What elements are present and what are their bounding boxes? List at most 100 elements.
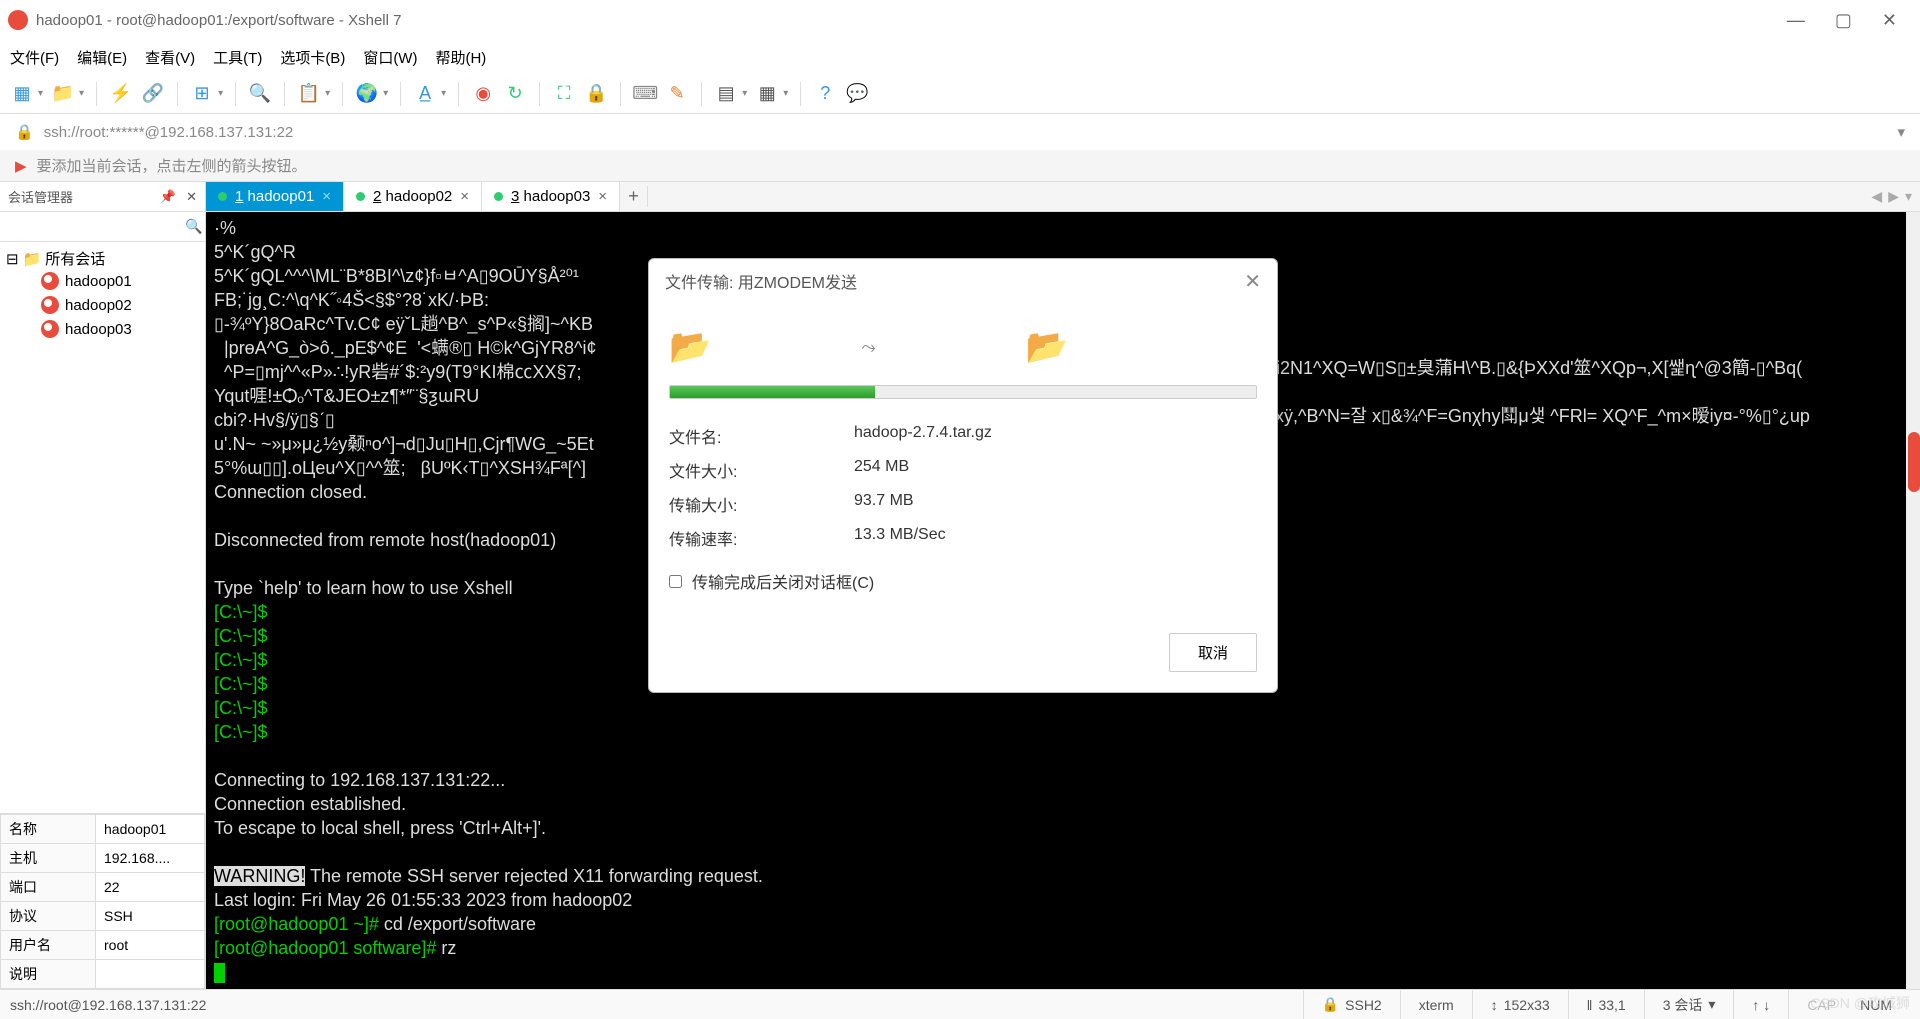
status-sessions: 3 会话	[1663, 995, 1703, 1015]
dialog-title: 文件传输: 用ZMODEM发送	[665, 269, 857, 293]
session-search-input[interactable]	[8, 219, 185, 234]
tab-label: 2 hadoop02	[373, 188, 452, 205]
property-value	[96, 960, 205, 989]
terminal-scrollbar[interactable]	[1906, 212, 1920, 989]
refresh-icon[interactable]: ↻	[503, 82, 527, 106]
filename-value: hadoop-2.7.4.tar.gz	[854, 424, 992, 448]
status-arrows: ↑ ↓	[1733, 990, 1788, 1019]
tab-prev-icon[interactable]: ◀	[1871, 188, 1882, 205]
collapse-icon[interactable]: ⊟	[6, 250, 19, 268]
new-session-icon[interactable]: ▦	[10, 82, 34, 106]
globe-icon[interactable]: 🌍	[355, 82, 379, 106]
session-name: hadoop01	[65, 273, 132, 290]
progress-fill	[670, 386, 875, 398]
status-cap: CAP	[1788, 990, 1854, 1019]
add-tab-button[interactable]: +	[620, 186, 648, 207]
hint-text: 要添加当前会话，点击左侧的箭头按钮。	[37, 155, 307, 176]
cancel-button[interactable]: 取消	[1169, 633, 1257, 672]
folder-icon: 📁	[23, 250, 42, 268]
flag-icon: ▶	[15, 157, 27, 175]
title-bar: hadoop01 - root@hadoop01:/export/softwar…	[0, 0, 1920, 40]
speed-value: 13.3 MB/Sec	[854, 526, 946, 550]
font-icon[interactable]: A̲	[413, 82, 437, 106]
pin-icon[interactable]: 📌	[160, 189, 176, 205]
sessions-dropdown-icon[interactable]: ▾	[1708, 996, 1715, 1013]
lock-status-icon: 🔒	[15, 123, 34, 141]
status-pos: 33,1	[1598, 997, 1625, 1013]
minimize-button[interactable]: —	[1787, 10, 1805, 31]
search-icon[interactable]: 🔍	[248, 82, 272, 106]
speed-label: 传输速率:	[669, 526, 854, 550]
session-item[interactable]: hadoop03	[6, 317, 199, 341]
menu-tools[interactable]: 工具(T)	[213, 47, 262, 68]
source-folder-icon: 📂	[669, 327, 711, 367]
property-row: 说明	[1, 960, 205, 989]
close-tab-icon[interactable]: ×	[322, 188, 331, 205]
connect-icon[interactable]: ⚡	[109, 82, 133, 106]
property-row: 端口22	[1, 873, 205, 902]
property-key: 说明	[1, 960, 96, 989]
file-transfer-dialog: 文件传输: 用ZMODEM发送 ✕ 📂 ⤳ 📂 文件名:hadoop-2.7.4…	[648, 258, 1278, 693]
address-dropdown-icon[interactable]: ▾	[1897, 123, 1905, 141]
close-window-button[interactable]: ✕	[1882, 10, 1897, 31]
checkbox-label: 传输完成后关闭对话框(C)	[692, 569, 874, 593]
menu-window[interactable]: 窗口(W)	[363, 47, 417, 68]
chat-icon[interactable]: 💬	[845, 82, 869, 106]
hint-bar: ▶ 要添加当前会话，点击左侧的箭头按钮。	[0, 150, 1920, 182]
help-icon[interactable]: ?	[813, 82, 837, 106]
dialog-close-button[interactable]: ✕	[1244, 269, 1261, 294]
tab-list-icon[interactable]: ▾	[1905, 188, 1912, 205]
property-key: 用户名	[1, 931, 96, 960]
new-tab-icon[interactable]: ⊞	[190, 82, 214, 106]
session-tab[interactable]: 3 hadoop03×	[482, 182, 620, 211]
fullscreen-icon[interactable]: ⛶	[552, 82, 576, 106]
menu-edit[interactable]: 编辑(E)	[77, 47, 127, 68]
tree-root[interactable]: ⊟ 📁 所有会话	[6, 248, 199, 269]
search-icon[interactable]: 🔍	[185, 218, 202, 235]
link-icon[interactable]: 🔗	[141, 82, 165, 106]
close-after-checkbox[interactable]	[669, 575, 682, 588]
status-dot-icon	[494, 192, 503, 201]
edit-icon[interactable]: ✎	[665, 82, 689, 106]
filesize-label: 文件大小:	[669, 458, 854, 482]
property-key: 名称	[1, 815, 96, 844]
session-item[interactable]: hadoop02	[6, 293, 199, 317]
filesize-value: 254 MB	[854, 458, 909, 482]
tab-next-icon[interactable]: ▶	[1888, 188, 1899, 205]
address-input[interactable]	[44, 124, 1888, 141]
property-row: 协议SSH	[1, 902, 205, 931]
close-tab-icon[interactable]: ×	[598, 188, 607, 205]
layout-icon[interactable]: ▤	[714, 82, 738, 106]
menu-view[interactable]: 查看(V)	[145, 47, 195, 68]
menu-file[interactable]: 文件(F)	[10, 47, 59, 68]
maximize-button[interactable]: ▢	[1835, 10, 1852, 31]
property-value: 192.168....	[96, 844, 205, 873]
window-title: hadoop01 - root@hadoop01:/export/softwar…	[36, 12, 401, 29]
transferred-label: 传输大小:	[669, 492, 854, 516]
property-value: root	[96, 931, 205, 960]
session-item[interactable]: hadoop01	[6, 269, 199, 293]
tab-label: 1 hadoop01	[235, 188, 314, 205]
property-value: 22	[96, 873, 205, 902]
record-icon[interactable]: ◉	[471, 82, 495, 106]
open-folder-icon[interactable]: 📁	[51, 82, 75, 106]
session-tab[interactable]: 2 hadoop02 ×	[344, 182, 482, 211]
close-tab-icon[interactable]: ×	[460, 188, 469, 205]
filename-label: 文件名:	[669, 424, 854, 448]
close-panel-icon[interactable]: ✕	[186, 189, 197, 205]
status-dot-icon	[218, 192, 227, 201]
menu-help[interactable]: 帮助(H)	[435, 47, 486, 68]
property-row: 用户名root	[1, 931, 205, 960]
keyboard-icon[interactable]: ⌨	[633, 82, 657, 106]
grid-icon[interactable]: ▦	[755, 82, 779, 106]
session-name: hadoop03	[65, 321, 132, 338]
lock-icon[interactable]: 🔒	[584, 82, 608, 106]
copy-icon[interactable]: 📋	[297, 82, 321, 106]
session-tab[interactable]: 1 hadoop01 ×	[206, 182, 344, 211]
address-bar: 🔒 ▾	[0, 114, 1920, 150]
menu-tabs[interactable]: 选项卡(B)	[280, 47, 345, 68]
transfer-arrow-icon: ⤳	[861, 337, 875, 358]
property-key: 主机	[1, 844, 96, 873]
property-key: 协议	[1, 902, 96, 931]
scrollbar-thumb[interactable]	[1908, 432, 1920, 492]
